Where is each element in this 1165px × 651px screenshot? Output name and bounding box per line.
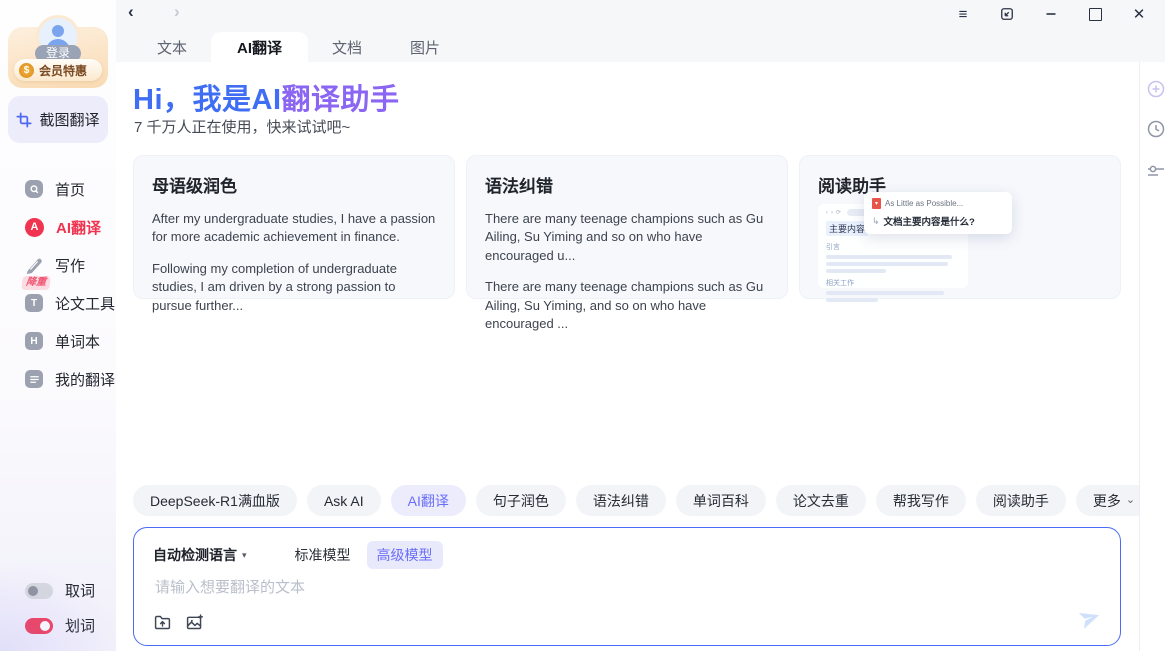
sidebar-item-label: 写作 [55, 255, 85, 276]
page-title: Hi，我是AI翻译助手 [133, 76, 400, 118]
screenshot-translate-label: 截图翻译 [39, 109, 99, 130]
preview-line-label: 相关工作 [826, 278, 960, 288]
card-native-polish[interactable]: 母语级润色 After my undergraduate studies, I … [133, 155, 455, 299]
my-translations-icon [25, 370, 43, 388]
vip-shield-icon: $ [19, 63, 34, 78]
right-rail [1139, 62, 1165, 651]
sidebar-item-label: 我的翻译 [55, 369, 115, 390]
back-button[interactable]: ‹ [128, 2, 134, 22]
card-grammar-check[interactable]: 语法纠错 There are many teenage champions su… [466, 155, 788, 299]
capture-word-toggle[interactable] [25, 583, 53, 599]
chip-word-encyclopedia[interactable]: 单词百科 [676, 485, 766, 516]
sidebar-item-my-translations[interactable]: 我的翻译 [0, 360, 116, 398]
tab-ai-translate[interactable]: AI翻译 [211, 32, 308, 62]
mini-window-button[interactable] [985, 0, 1029, 28]
reply-arrow-icon: ↳ [872, 216, 880, 227]
sidebar-nav: 首页 A AI翻译 写作 降重 T 论文工具 H 单词本 [0, 170, 116, 398]
screenshot-translate-button[interactable]: 截图翻译 [8, 96, 108, 143]
chip-deepseek[interactable]: DeepSeek-R1满血版 [133, 485, 297, 516]
sidebar-item-writing[interactable]: 写作 [0, 246, 116, 284]
translate-input-box: 自动检测语言 ▾ 标准模型 高级模型 [133, 527, 1121, 646]
collapse-handle-icon[interactable] [1147, 162, 1165, 185]
crop-icon [16, 112, 32, 128]
menu-button[interactable]: ≡ [941, 0, 985, 28]
sidebar-item-label: AI翻译 [56, 217, 101, 238]
paper-tools-badge: 降重 [21, 276, 50, 290]
card-text: There are many teenage champions such as… [485, 278, 769, 333]
tab-text[interactable]: 文本 [133, 32, 211, 62]
sidebar-item-label: 单词本 [55, 331, 100, 352]
caret-down-icon: ▾ [242, 550, 247, 561]
feature-cards: 母语级润色 After my undergraduate studies, I … [133, 155, 1121, 299]
mode-tabs: 文本 AI翻译 文档 图片 [133, 32, 464, 62]
capture-word-toggle-row[interactable]: 取词 [25, 580, 95, 601]
preview-section-label: 主要内容 [826, 221, 868, 236]
page-subtitle: 7 千万人正在使用，快来试试吧~ [134, 116, 350, 137]
tab-document[interactable]: 文档 [308, 32, 386, 62]
history-icon[interactable] [1147, 120, 1165, 143]
preview-doc-title: As Little as Possible... [885, 199, 963, 208]
chip-paper-dedup[interactable]: 论文去重 [776, 485, 866, 516]
wordbook-icon: H [25, 332, 43, 350]
model-standard-option[interactable]: 标准模型 [295, 545, 351, 565]
sidebar-item-label: 首页 [55, 179, 85, 200]
window-controls: ≡ ✕ [941, 0, 1161, 28]
select-word-label: 划词 [65, 615, 95, 636]
chip-sentence-polish[interactable]: 句子润色 [476, 485, 566, 516]
quick-action-chips: DeepSeek-R1满血版 Ask AI AI翻译 句子润色 语法纠错 单词百… [133, 485, 1152, 516]
chip-grammar-check[interactable]: 语法纠错 [576, 485, 666, 516]
card-text: There are many teenage champions such as… [485, 210, 769, 265]
tab-image[interactable]: 图片 [386, 32, 464, 62]
pen-icon [25, 256, 43, 274]
avatar-person-icon [52, 25, 64, 37]
preview-question: 文档主要内容是什么? [884, 214, 975, 228]
sidebar-item-paper-tools[interactable]: 降重 T 论文工具 [0, 284, 116, 322]
card-text: After my undergraduate studies, I have a… [152, 210, 436, 247]
chip-help-write[interactable]: 帮我写作 [876, 485, 966, 516]
translate-text-input[interactable] [153, 574, 1037, 616]
sidebar: 登录 $ 会员特惠 截图翻译 首页 A AI翻译 [0, 0, 116, 651]
sidebar-item-label: 论文工具 [55, 293, 115, 314]
card-reading-assistant[interactable]: 阅读助手 ‹›⟳ 主要内容 引言 相关工作 ▾ As Little as Pos… [799, 155, 1121, 299]
card-text: Following my completion of undergraduate… [152, 260, 436, 315]
ai-circle-icon: A [25, 218, 44, 237]
sidebar-item-wordbook[interactable]: H 单词本 [0, 322, 116, 360]
preview-line-label: 引言 [826, 242, 960, 252]
forward-button[interactable]: › [174, 2, 180, 22]
paper-tool-icon: T [25, 294, 43, 312]
vip-offer-label: 会员特惠 [39, 62, 87, 79]
sidebar-item-ai-translate[interactable]: A AI翻译 [0, 208, 116, 246]
reading-tooltip: ▾ As Little as Possible... ↳ 文档主要内容是什么? [864, 192, 1012, 234]
chevron-down-icon: ⌄ [1126, 493, 1135, 506]
model-advanced-option[interactable]: 高级模型 [367, 541, 443, 569]
select-word-toggle[interactable] [25, 618, 53, 634]
pdf-icon: ▾ [872, 198, 881, 209]
minimize-button[interactable] [1029, 0, 1073, 28]
chip-ask-ai[interactable]: Ask AI [307, 485, 381, 516]
chip-reading-assistant[interactable]: 阅读助手 [976, 485, 1066, 516]
select-word-toggle-row[interactable]: 划词 [25, 615, 95, 636]
upload-document-icon[interactable] [153, 613, 172, 632]
app-window: 登录 $ 会员特惠 截图翻译 首页 A AI翻译 [0, 0, 1165, 651]
card-title: 母语级润色 [152, 172, 436, 197]
capture-word-label: 取词 [65, 580, 95, 601]
send-button[interactable] [1078, 606, 1102, 635]
vip-offer-button[interactable]: $ 会员特惠 [14, 59, 102, 81]
card-title: 语法纠错 [485, 172, 769, 197]
title-bar: ‹ › ≡ ✕ 文本 AI翻译 文档 图片 [116, 0, 1165, 62]
home-search-icon [25, 180, 43, 198]
add-button[interactable] [1147, 80, 1165, 103]
upload-image-icon[interactable] [185, 613, 204, 632]
sidebar-item-home[interactable]: 首页 [0, 170, 116, 208]
close-button[interactable]: ✕ [1117, 0, 1161, 28]
chip-ai-translate[interactable]: AI翻译 [391, 485, 466, 516]
maximize-button[interactable] [1073, 0, 1117, 28]
language-selector[interactable]: 自动检测语言 ▾ [153, 545, 247, 565]
